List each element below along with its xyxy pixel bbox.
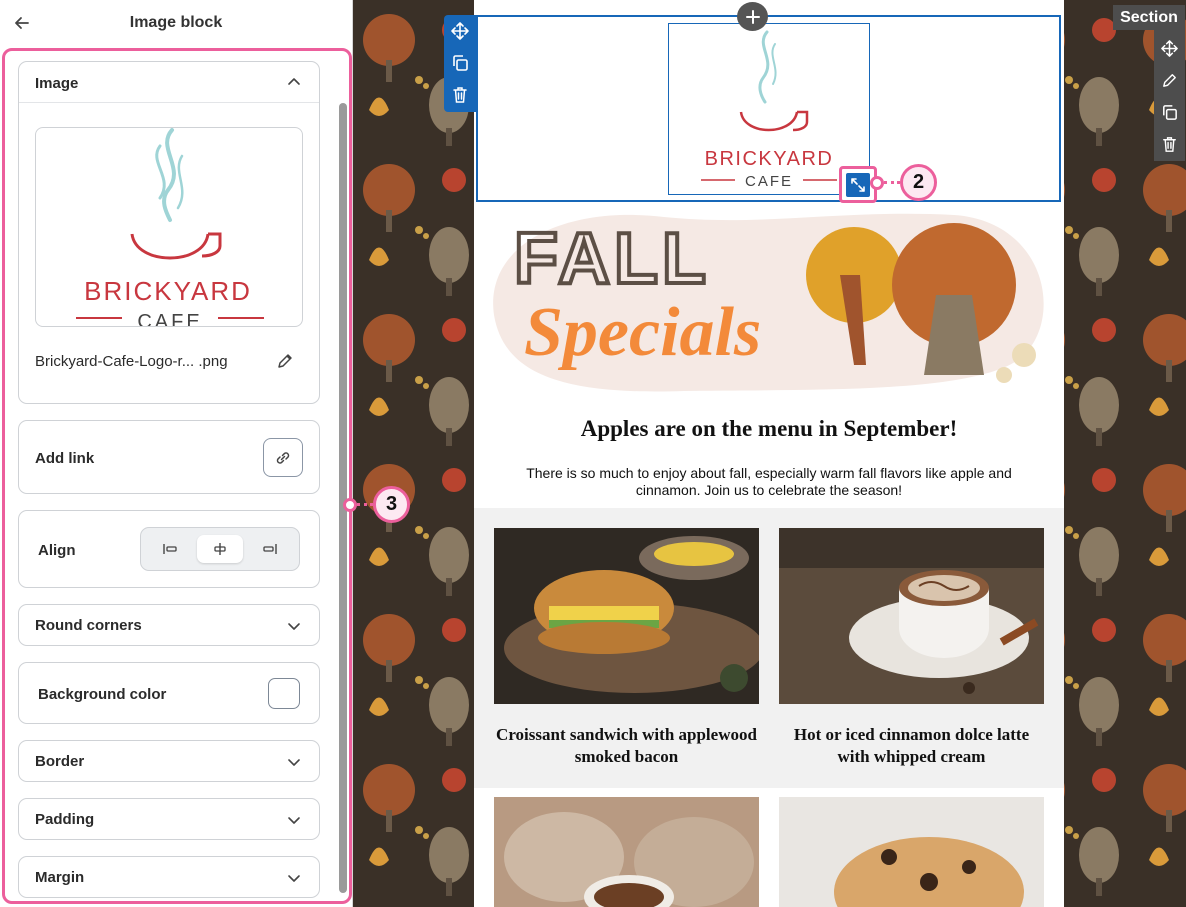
product-photo-muffin[interactable] [779, 797, 1044, 907]
background-color-label: Background color [38, 686, 167, 703]
callout-2: 2 [870, 164, 937, 201]
align-right-button[interactable] [247, 535, 293, 563]
product-caption[interactable]: Hot or iced cinnamon dolce latte with wh… [779, 724, 1044, 768]
trash-icon[interactable] [1160, 135, 1179, 154]
border-section[interactable]: Border [18, 740, 320, 782]
chevron-down-icon[interactable] [287, 755, 301, 769]
padding-label: Padding [35, 811, 95, 828]
section-label: Section [1113, 5, 1185, 30]
callout-number: 3 [373, 486, 410, 523]
align-toggle-group [140, 527, 300, 571]
background-color-swatch[interactable] [268, 678, 300, 709]
panel-title: Image block [129, 14, 223, 31]
callout-number: 2 [900, 164, 937, 201]
product-photo-croissant[interactable] [494, 528, 759, 704]
move-icon[interactable] [1160, 39, 1179, 58]
round-corners-section[interactable]: Round corners [18, 604, 320, 646]
image-block-panel: Image block Image BRICKYARD CAFE Brickya… [0, 0, 353, 907]
callout-line [884, 181, 900, 184]
align-left-icon [163, 544, 177, 554]
margin-label: Margin [35, 869, 85, 886]
section-toolbar [1154, 30, 1185, 161]
chevron-down-icon[interactable] [287, 871, 301, 885]
panel-header: Image block [0, 0, 352, 46]
product-photo-latte[interactable] [779, 528, 1044, 704]
callout-dot [343, 497, 357, 512]
logo-subword: CAFE [137, 311, 202, 327]
banner-specials-text: Specials [524, 294, 761, 371]
back-arrow-icon[interactable] [12, 13, 32, 33]
pencil-icon[interactable] [276, 352, 294, 370]
logo-wordmark: BRICKYARD [705, 148, 834, 170]
cinnamon-latte-image [779, 528, 1044, 704]
align-section: Align [18, 510, 320, 588]
expand-arrows-icon [851, 177, 865, 192]
image-file-name: Brickyard-Cafe-Logo-r... .png [35, 353, 228, 370]
callout-dot [870, 175, 884, 190]
image-section-title: Image [35, 75, 79, 92]
background-color-section: Background color [18, 662, 320, 724]
croissant-sandwich-image [494, 528, 759, 704]
padding-section[interactable]: Padding [18, 798, 320, 840]
product-photo-hot-cocoa[interactable] [494, 797, 759, 907]
image-section-header[interactable]: Image [19, 62, 319, 103]
image-section: Image BRICKYARD CAFE Brickyard-Cafe-Logo… [18, 61, 320, 404]
email-headline[interactable]: Apples are on the menu in September! [474, 416, 1064, 442]
logo-wordmark: BRICKYARD [84, 276, 252, 306]
plus-icon [745, 9, 760, 24]
brickyard-cafe-logo: BRICKYARD CAFE [76, 128, 264, 327]
fall-specials-banner[interactable]: FALL Specials [484, 205, 1056, 395]
banner-fall-text: FALL [514, 219, 710, 299]
chocolate-chip-muffin-image [779, 797, 1044, 907]
callout-3: 3 [343, 486, 410, 523]
align-center-icon [214, 543, 226, 555]
align-center-button[interactable] [197, 535, 243, 563]
link-icon [276, 451, 290, 464]
callout-line [357, 503, 373, 506]
duplicate-icon[interactable] [1160, 103, 1179, 122]
chevron-up-icon[interactable] [287, 75, 301, 89]
image-preview[interactable]: BRICKYARD CAFE [35, 127, 303, 327]
pencil-icon[interactable] [1160, 71, 1179, 90]
email-intro-text[interactable]: There is so much to enjoy about fall, es… [510, 465, 1028, 499]
trash-icon[interactable] [450, 85, 470, 105]
chevron-down-icon[interactable] [287, 619, 301, 633]
duplicate-icon[interactable] [450, 53, 470, 73]
product-caption[interactable]: Croissant sandwich with applewood smoked… [494, 724, 759, 768]
block-toolbar [444, 15, 476, 112]
align-label: Align [38, 542, 76, 559]
add-block-button[interactable] [737, 2, 768, 31]
margin-section[interactable]: Margin [18, 856, 320, 898]
align-left-button[interactable] [147, 535, 193, 563]
round-corners-label: Round corners [35, 617, 142, 634]
border-label: Border [35, 753, 85, 770]
hot-cocoa-hands-image [494, 797, 759, 907]
add-link-button[interactable] [263, 438, 303, 477]
logo-subword: CAFE [745, 173, 793, 190]
add-link-section: Add link [18, 420, 320, 494]
add-link-label: Add link [35, 450, 95, 467]
align-right-icon [263, 544, 277, 554]
move-icon[interactable] [450, 21, 470, 41]
chevron-down-icon[interactable] [287, 813, 301, 827]
